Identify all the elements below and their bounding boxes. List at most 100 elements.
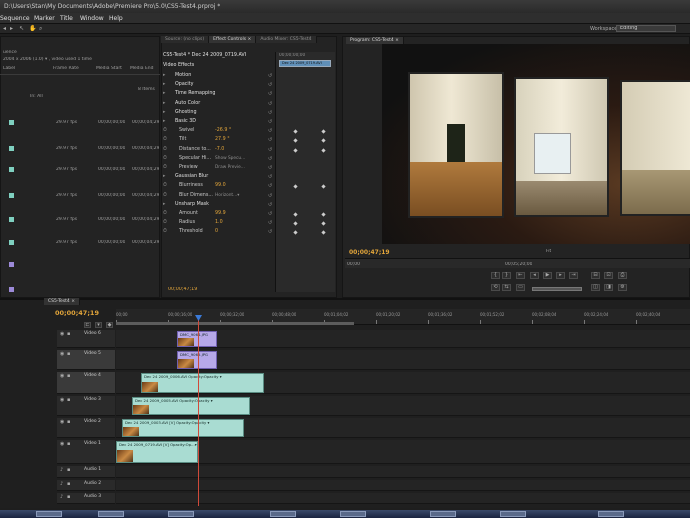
track-header-audio-3[interactable]: ♪ ▪ Audio 3 bbox=[57, 493, 115, 504]
project-item-swatch[interactable] bbox=[9, 146, 14, 151]
reset-icon[interactable]: ↺ bbox=[268, 156, 272, 162]
reset-icon[interactable]: ↺ bbox=[268, 202, 272, 208]
track-header-video-5[interactable]: ◉ ▪ Video 5 bbox=[57, 350, 115, 370]
reset-icon[interactable]: ↺ bbox=[268, 137, 272, 143]
eye-icon[interactable]: ◉ bbox=[60, 351, 64, 357]
taskbar-item[interactable] bbox=[36, 511, 62, 517]
reset-icon[interactable]: ↺ bbox=[268, 183, 272, 189]
eye-icon[interactable]: ◉ bbox=[60, 441, 64, 447]
playhead-line[interactable] bbox=[198, 316, 199, 506]
tab-effect-controls[interactable]: Effect Controls × bbox=[209, 36, 257, 43]
timeline-clip[interactable]: Dec 24 2009_0006.AVI Opacity:Opacity ▾ bbox=[141, 373, 264, 393]
effect-value[interactable]: Show Specu... bbox=[215, 156, 245, 161]
track-header-audio-2[interactable]: ♪ ▪ Audio 2 bbox=[57, 480, 115, 491]
track-lane[interactable] bbox=[116, 493, 690, 504]
eye-icon[interactable]: ♪ bbox=[60, 481, 63, 487]
project-item-swatch[interactable] bbox=[9, 217, 14, 222]
track-lane[interactable] bbox=[116, 466, 690, 478]
effect-row-opacity[interactable]: ▸ Opacity bbox=[163, 81, 273, 89]
timeline-clip[interactable]: DMC_9064.JPG bbox=[177, 331, 217, 347]
step-back-button[interactable]: ◂ bbox=[530, 272, 539, 279]
stopwatch-icon[interactable]: ⏱ bbox=[163, 136, 171, 144]
expand-triangle-icon[interactable]: ▸ bbox=[163, 109, 171, 117]
stopwatch-icon[interactable]: ⏱ bbox=[163, 146, 171, 154]
program-timecode[interactable]: 00;00;47;19 bbox=[349, 249, 390, 256]
project-in-label[interactable]: In: All bbox=[30, 94, 43, 99]
eye-icon[interactable]: ♪ bbox=[60, 494, 63, 500]
lock-icon[interactable]: ▪ bbox=[67, 481, 70, 487]
expand-triangle-icon[interactable]: ▸ bbox=[163, 100, 171, 108]
eye-icon[interactable]: ◉ bbox=[60, 373, 64, 379]
track-header-video-3[interactable]: ◉ ▪ Video 3 bbox=[57, 396, 115, 416]
reset-icon[interactable]: ↺ bbox=[268, 110, 272, 116]
track-lane[interactable] bbox=[116, 440, 690, 464]
lock-icon[interactable]: ▪ bbox=[67, 494, 70, 500]
taskbar-item[interactable] bbox=[500, 511, 526, 517]
effect-row-preview[interactable]: ⏱ Preview Draw Previe... bbox=[163, 164, 273, 172]
stopwatch-icon[interactable]: ⏱ bbox=[163, 155, 171, 163]
sequence-marker-icon[interactable]: ◆ bbox=[106, 322, 113, 328]
effect-value[interactable]: 99.9 bbox=[215, 211, 226, 216]
play-button[interactable]: ▶ bbox=[543, 272, 552, 279]
track-header-audio-1[interactable]: ♪ ▪ Audio 1 bbox=[57, 466, 115, 478]
timeline-clip[interactable]: Dec 24 2009_0005.AVI Opacity:Opacity ▾ bbox=[132, 397, 250, 415]
effects-clip-bar[interactable]: Dec 24 2009_0719.AVI bbox=[279, 60, 331, 67]
track-header-video-2[interactable]: ◉ ▪ Video 2 bbox=[57, 418, 115, 438]
reset-icon[interactable]: ↺ bbox=[268, 101, 272, 107]
expand-triangle-icon[interactable]: ▸ bbox=[163, 72, 171, 80]
track-header-video-6[interactable]: ◉ ▪ Video 6 bbox=[57, 330, 115, 348]
lock-icon[interactable]: ▪ bbox=[67, 397, 70, 403]
effect-row-specular-hi-[interactable]: ⏱ Specular Hi... Show Specu... bbox=[163, 155, 273, 163]
effect-row-unsharp-mask[interactable]: ▸ Unsharp Mask bbox=[163, 201, 273, 209]
step-forward-button[interactable]: ▸ bbox=[556, 272, 565, 279]
expand-triangle-icon[interactable]: ▸ bbox=[163, 90, 171, 98]
reset-icon[interactable]: ↺ bbox=[268, 82, 272, 88]
reset-icon[interactable]: ↺ bbox=[268, 128, 272, 134]
stopwatch-icon[interactable]: ⏱ bbox=[163, 210, 171, 218]
reset-icon[interactable]: ↺ bbox=[268, 91, 272, 97]
timeline-timecode[interactable]: 00;00;47;19 bbox=[55, 309, 99, 317]
back-arrow-icon[interactable]: ◂ bbox=[3, 26, 9, 32]
menu-title[interactable]: Title bbox=[60, 15, 73, 22]
mark-out-button[interactable]: } bbox=[502, 272, 511, 279]
go-to-out-button[interactable]: ⇥ bbox=[569, 272, 578, 279]
trim-monitor-button[interactable]: ◫ bbox=[591, 284, 600, 291]
tab-program[interactable]: Program: CS5-Test4 × bbox=[346, 37, 404, 44]
reset-icon[interactable]: ↺ bbox=[268, 220, 272, 226]
safe-margins-button[interactable]: ▭ bbox=[516, 284, 525, 291]
lock-icon[interactable]: ▪ bbox=[67, 351, 70, 357]
effect-value[interactable]: Horizont...▾ bbox=[215, 193, 239, 198]
taskbar-item[interactable] bbox=[340, 511, 366, 517]
snap-toggle-icon[interactable]: ⊏ bbox=[84, 322, 91, 328]
effect-row-auto-color[interactable]: ▸ Auto Color bbox=[163, 100, 273, 108]
stopwatch-icon[interactable]: ⏱ bbox=[163, 228, 171, 236]
stopwatch-icon[interactable]: ⏱ bbox=[163, 164, 171, 172]
project-label-column[interactable]: Label bbox=[3, 66, 15, 71]
project-item-swatch[interactable] bbox=[9, 193, 14, 198]
lock-icon[interactable]: ▪ bbox=[67, 331, 70, 337]
eye-icon[interactable]: ◉ bbox=[60, 397, 64, 403]
reset-icon[interactable]: ↺ bbox=[268, 165, 272, 171]
project-mediaend-column[interactable]: Media End bbox=[130, 66, 154, 71]
taskbar-item[interactable] bbox=[98, 511, 124, 517]
set-marker-icon[interactable]: ▾ bbox=[95, 322, 102, 328]
workspace-select[interactable]: Editing bbox=[616, 25, 676, 32]
effect-value[interactable]: 1.0 bbox=[215, 220, 223, 225]
tab-sequence[interactable]: CS5-Test4 × bbox=[44, 298, 80, 305]
effects-footer-timecode[interactable]: 00;00;47;19 bbox=[168, 287, 197, 292]
expand-triangle-icon[interactable]: ▸ bbox=[163, 118, 171, 126]
effect-value[interactable]: 99.0 bbox=[215, 183, 226, 188]
timeline-clip[interactable]: DMC_9065.JPG bbox=[177, 351, 217, 369]
reset-icon[interactable]: ↺ bbox=[268, 211, 272, 217]
effect-row-motion[interactable]: ▸ Motion bbox=[163, 72, 273, 80]
effect-value[interactable]: 0 bbox=[215, 229, 218, 234]
project-item-swatch[interactable] bbox=[9, 167, 14, 172]
effect-row-blur-dimens-[interactable]: ⏱ Blur Dimens... Horizont...▾ bbox=[163, 192, 273, 200]
lock-icon[interactable]: ▪ bbox=[67, 467, 70, 473]
menu-marker[interactable]: Marker bbox=[34, 15, 55, 22]
track-header-video-4[interactable]: ◉ ▪ Video 4 bbox=[57, 372, 115, 394]
taskbar-item[interactable] bbox=[598, 511, 624, 517]
lift-button[interactable]: ⊟ bbox=[591, 272, 600, 279]
hand-tool-icon[interactable]: ✋ bbox=[29, 26, 36, 32]
selection-tool-icon[interactable]: ↖ bbox=[19, 26, 25, 32]
